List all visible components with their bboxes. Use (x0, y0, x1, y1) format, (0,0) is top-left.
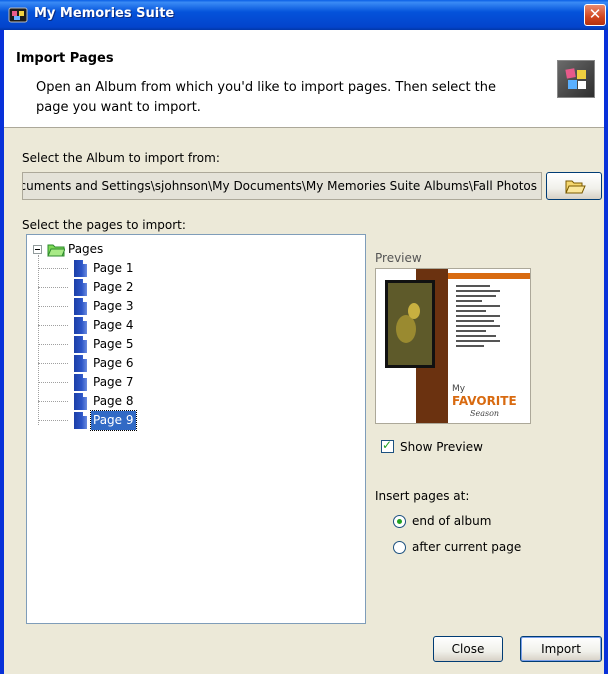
tree-connector (38, 325, 68, 326)
radio-after-current-page[interactable] (393, 541, 406, 554)
page-label: Page 5 (93, 337, 134, 351)
tree-connector (38, 363, 68, 364)
tree-connector (38, 255, 39, 425)
collapse-toggle[interactable] (33, 245, 42, 254)
page-label: Page 4 (93, 318, 134, 332)
page-icon (74, 260, 87, 277)
show-preview-checkbox[interactable] (381, 438, 394, 453)
close-button[interactable]: Close (433, 636, 503, 662)
browse-album-button[interactable] (546, 172, 602, 200)
preview-label: Preview (375, 251, 422, 265)
page-icon (74, 317, 87, 334)
album-label: Select the Album to import from: (22, 151, 220, 165)
album-path-field[interactable]: Documents and Settings\sjohnson\My Docum… (22, 172, 542, 200)
page-icon (74, 412, 87, 429)
album-path-text: Documents and Settings\sjohnson\My Docum… (22, 179, 537, 193)
dialog-header: Import Pages Open an Album from which yo… (4, 30, 604, 128)
page-label: Page 7 (93, 375, 134, 389)
tree-connector (38, 287, 68, 288)
tree-connector (38, 420, 68, 421)
pages-label: Select the pages to import: (22, 218, 186, 232)
page-label: Page 6 (93, 356, 134, 370)
radio-end-of-album[interactable] (393, 515, 406, 528)
app-icon (8, 7, 28, 23)
dialog-window: My Memories Suite ✕ Import Pages Open an… (0, 0, 608, 674)
page-icon (74, 298, 87, 315)
tree-root-label: Pages (68, 242, 104, 256)
header-description: Open an Album from which you'd like to i… (36, 80, 497, 115)
page-label: Page 9 (90, 410, 137, 431)
insert-pages-label: Insert pages at: (375, 489, 470, 503)
close-window-button[interactable]: ✕ (584, 4, 606, 26)
tree-connector (38, 344, 68, 345)
open-folder-icon (565, 180, 586, 194)
preview-text-my: My (452, 384, 466, 394)
tree-connector (38, 401, 68, 402)
show-preview-label[interactable]: Show Preview (400, 440, 483, 454)
radio-end-of-album-label[interactable]: end of album (412, 514, 491, 528)
radio-after-current-page-label[interactable]: after current page (412, 540, 521, 554)
import-pages-icon (557, 60, 595, 98)
header-title: Import Pages (16, 51, 114, 66)
tree-connector (38, 268, 68, 269)
preview-text-favorite: FAVORITE (452, 394, 517, 408)
preview-thumbnail: My FAVORITE Season (376, 269, 530, 423)
tree-connector (38, 382, 68, 383)
page-label: Page 8 (93, 394, 134, 408)
tree-connector (38, 306, 68, 307)
folder-icon (47, 244, 65, 257)
pages-tree[interactable]: Pages Page 1 Page 2 Page 3 Page 4 Page 5… (26, 234, 366, 624)
preview-text-season: Season (470, 409, 499, 418)
page-label: Page 3 (93, 299, 134, 313)
title-bar[interactable]: My Memories Suite ✕ (0, 0, 608, 30)
page-label: Page 1 (93, 261, 134, 275)
page-icon (74, 336, 87, 353)
page-icon (74, 393, 87, 410)
page-icon (74, 374, 87, 391)
page-icon (74, 355, 87, 372)
page-preview: My FAVORITE Season (375, 268, 531, 424)
page-label: Page 2 (93, 280, 134, 294)
page-icon (74, 279, 87, 296)
window-title: My Memories Suite (34, 6, 175, 21)
import-button[interactable]: Import (520, 636, 602, 662)
